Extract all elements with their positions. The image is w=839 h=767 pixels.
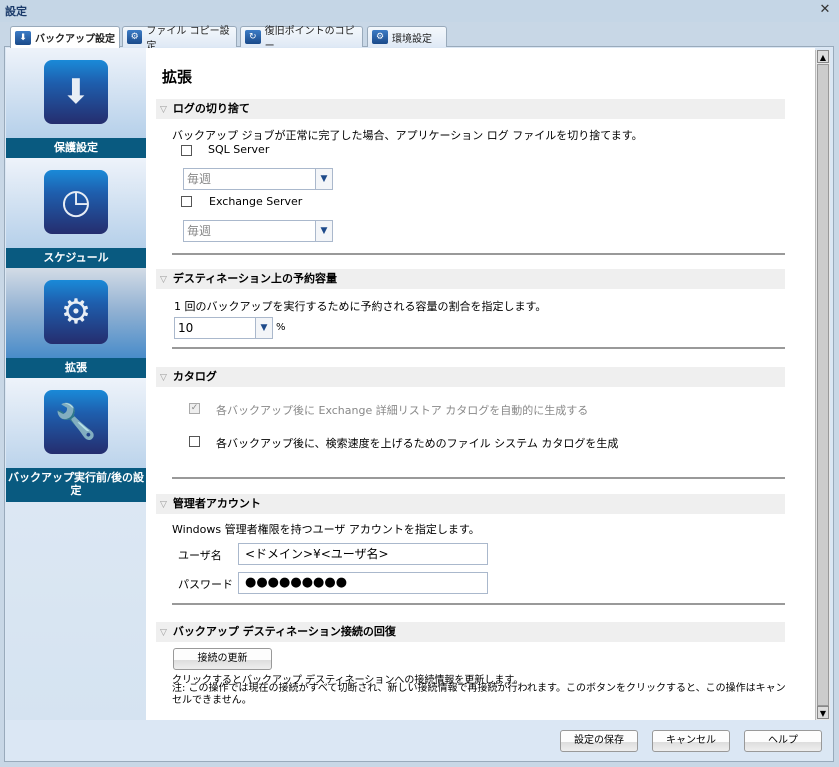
section-header-reserved-space[interactable]: ▽ デスティネーション上の予約容量	[156, 269, 785, 289]
close-button[interactable]: ✕	[816, 2, 834, 18]
tab-label: バックアップ設定	[35, 34, 115, 45]
exchange-server-label: Exchange Server	[209, 195, 303, 208]
collapse-triangle-icon: ▽	[160, 275, 167, 285]
section-title: 管理者アカウント	[172, 497, 261, 510]
selected-value: 毎週	[187, 224, 212, 238]
collapse-triangle-icon: ▽	[160, 500, 167, 510]
chevron-down-icon: ▼	[255, 318, 272, 338]
password-label: パスワード	[178, 578, 233, 591]
section-header-catalog[interactable]: ▽ カタログ	[156, 367, 785, 387]
collapse-triangle-icon: ▽	[160, 105, 167, 115]
refresh-connection-button[interactable]: 接続の更新	[173, 648, 272, 670]
percent-unit: %	[276, 322, 286, 333]
gears-icon: ⚙	[44, 280, 108, 344]
section-header-log-truncation[interactable]: ▽ ログの切り捨て	[156, 99, 785, 119]
selected-value: 10	[178, 321, 194, 335]
scroll-thumb[interactable]	[817, 64, 829, 706]
wrench-icon: 🔧	[44, 390, 108, 454]
chevron-down-icon: ▼	[315, 221, 332, 241]
filesystem-catalog-checkbox[interactable]	[189, 436, 200, 447]
scroll-down-icon[interactable]: ▼	[817, 706, 829, 719]
tab-file-copy-settings[interactable]: ⚙ ファイル コピー設定	[122, 26, 237, 52]
sidebar-item-label: スケジュール	[6, 248, 146, 268]
sidebar: ⬇ 保護設定 ◷ スケジュール ⚙ 拡張 🔧 バックアップ実行前/後の設定	[6, 48, 146, 720]
sidebar-item-label: バックアップ実行前/後の設定	[6, 468, 146, 502]
sql-server-checkbox[interactable]	[181, 145, 192, 156]
exchange-catalog-label: 各バックアップ後に Exchange 詳細リストア カタログを自動的に生成する	[216, 404, 589, 417]
divider	[172, 603, 785, 605]
section-title: バックアップ デスティネーション接続の回復	[172, 625, 396, 638]
reserve-description: 1 回のバックアップを実行するために予約される容量の割合を指定します。	[174, 300, 547, 313]
sql-frequency-select[interactable]: 毎週 ▼	[183, 168, 333, 190]
section-title: カタログ	[172, 370, 217, 383]
section-title: デスティネーション上の予約容量	[172, 272, 338, 285]
password-input[interactable]: ●●●●●●●●●	[238, 572, 488, 594]
vertical-scrollbar[interactable]: ▲ ▼	[815, 50, 830, 720]
file-copy-icon: ⚙	[127, 30, 143, 44]
filesystem-catalog-label: 各バックアップ後に、検索速度を上げるためのファイル システム カタログを生成	[216, 437, 619, 450]
exchange-frequency-select[interactable]: 毎週 ▼	[183, 220, 333, 242]
sidebar-item-label: 保護設定	[6, 138, 146, 158]
section-header-reconnect[interactable]: ▽ バックアップ デスティネーション接続の回復	[156, 622, 785, 642]
save-settings-button[interactable]: 設定の保存	[560, 730, 638, 752]
cancel-button[interactable]: キャンセル	[652, 730, 730, 752]
collapse-triangle-icon: ▽	[160, 373, 167, 383]
sidebar-item-pre-post-backup[interactable]: 🔧 バックアップ実行前/後の設定	[6, 378, 146, 502]
username-label: ユーザ名	[178, 549, 222, 562]
title-bar	[0, 0, 839, 22]
divider	[172, 347, 785, 349]
sidebar-item-advanced[interactable]: ⚙ 拡張	[6, 268, 146, 378]
sidebar-item-label: 拡張	[6, 358, 146, 378]
sql-server-label: SQL Server	[208, 143, 270, 156]
username-input[interactable]: <ドメイン>¥<ユーザ名>	[238, 543, 488, 565]
chevron-down-icon: ▼	[315, 169, 332, 189]
section-header-admin-account[interactable]: ▽ 管理者アカウント	[156, 494, 785, 514]
collapse-triangle-icon: ▽	[160, 628, 167, 638]
sidebar-item-schedule[interactable]: ◷ スケジュール	[6, 158, 146, 268]
drive-download-icon: ⬇	[44, 60, 108, 124]
page-title: 拡張	[162, 68, 193, 86]
divider	[172, 253, 785, 255]
log-description: バックアップ ジョブが正常に完了した場合、アプリケーション ログ ファイルを切り…	[172, 129, 643, 142]
section-title: ログの切り捨て	[172, 102, 250, 115]
scroll-up-icon[interactable]: ▲	[817, 50, 829, 63]
preferences-icon: ⚙	[372, 30, 388, 44]
sidebar-item-protection[interactable]: ⬇ 保護設定	[6, 48, 146, 158]
window-title: 設定	[5, 5, 27, 18]
backup-icon: ⬇	[15, 30, 31, 45]
tab-recovery-point-copy[interactable]: ↻ 復旧ポイントのコピー	[240, 26, 363, 52]
help-button[interactable]: ヘルプ	[744, 730, 822, 752]
exchange-catalog-checkbox[interactable]: ✓	[189, 403, 200, 414]
tab-preferences[interactable]: ⚙ 環境設定	[367, 26, 447, 47]
reserve-percent-select[interactable]: 10 ▼	[174, 317, 273, 339]
clock-icon: ◷	[44, 170, 108, 234]
admin-description: Windows 管理者権限を持つユーザ アカウントを指定します。	[172, 523, 480, 536]
exchange-server-checkbox[interactable]	[181, 196, 192, 207]
divider	[172, 477, 785, 479]
tab-label: 環境設定	[392, 33, 432, 45]
recovery-point-copy-icon: ↻	[245, 30, 261, 44]
reconnect-note: 注: この操作では現在の接続がすべて切断され、新しい接続情報で再接続が行われます…	[172, 683, 786, 706]
selected-value: 毎週	[187, 172, 212, 186]
tab-backup-settings[interactable]: ⬇ バックアップ設定	[10, 26, 120, 48]
